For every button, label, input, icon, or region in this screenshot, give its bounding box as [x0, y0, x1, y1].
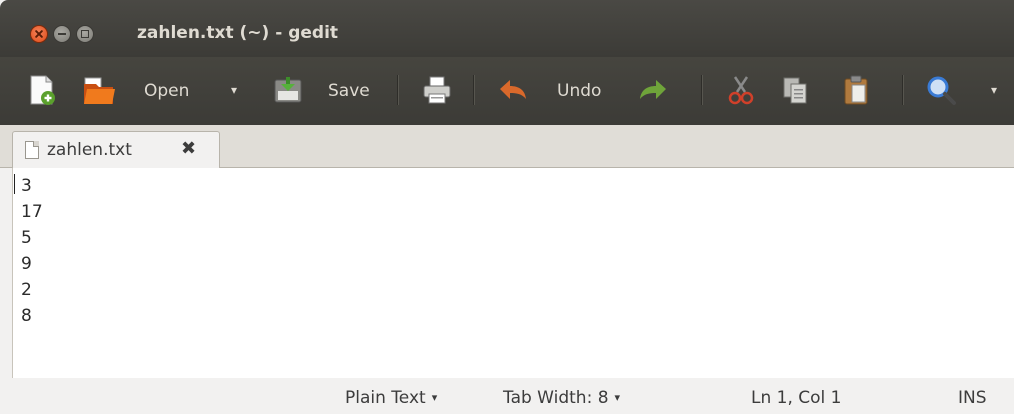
new-document-icon [30, 75, 55, 105]
redo-button[interactable] [637, 74, 669, 106]
tab-label: zahlen.txt [47, 140, 132, 160]
document-tab-strip: zahlen.txt ✖ [0, 125, 1014, 169]
open-recent-dropdown-icon[interactable]: ▾ [231, 79, 237, 101]
print-button[interactable] [421, 74, 453, 106]
minimize-window-button[interactable] [53, 25, 71, 43]
language-dropdown-icon: ▾ [431, 391, 438, 404]
paste-icon [844, 75, 868, 105]
cut-icon [728, 76, 754, 105]
insert-mode-indicator: INS [958, 388, 987, 408]
toolbar-separator [701, 75, 702, 105]
open-label[interactable]: Open [144, 80, 189, 102]
language-label: Plain Text [345, 388, 426, 408]
undo-label[interactable]: Undo [557, 80, 601, 102]
cut-button[interactable] [725, 74, 757, 106]
open-folder-icon [84, 77, 115, 104]
cursor-position: Ln 1, Col 1 [751, 388, 842, 408]
search-icon [927, 76, 956, 105]
copy-button[interactable] [779, 74, 811, 106]
editor-line[interactable]: 9 [21, 251, 43, 277]
language-selector[interactable]: Plain Text ▾ [345, 387, 437, 409]
open-button[interactable] [82, 74, 115, 106]
paste-button[interactable] [840, 74, 872, 106]
text-document-icon [25, 141, 39, 159]
toolbar-separator [473, 75, 474, 105]
editor-line[interactable]: 2 [21, 277, 43, 303]
toolbar: Open ▾ Save Undo ▾ [0, 57, 1014, 125]
editor-lines: 3 17 5 9 2 8 [21, 173, 43, 329]
toolbar-separator [397, 75, 398, 105]
undo-icon [500, 80, 526, 99]
tab-width-dropdown-icon: ▾ [614, 391, 621, 404]
tab-width-label: Tab Width: 8 [503, 388, 609, 408]
save-icon [274, 77, 302, 103]
editor-line[interactable]: 17 [21, 199, 43, 225]
copy-icon [783, 77, 807, 104]
toolbar-separator [902, 75, 903, 105]
title-bar: zahlen.txt (~) - gedit [0, 0, 1014, 57]
text-editor-area[interactable]: 3 17 5 9 2 8 [12, 168, 1014, 378]
tab-zahlen-txt[interactable]: zahlen.txt ✖ [12, 131, 220, 169]
maximize-window-button[interactable] [76, 25, 94, 43]
window-title: zahlen.txt (~) - gedit [137, 23, 339, 43]
text-cursor [14, 174, 15, 194]
close-tab-icon[interactable]: ✖ [181, 138, 196, 160]
search-button[interactable] [925, 74, 957, 106]
print-icon [423, 76, 451, 104]
close-window-button[interactable] [30, 25, 48, 43]
redo-icon [640, 80, 666, 99]
status-bar: Plain Text ▾ Tab Width: 8 ▾ Ln 1, Col 1 IN… [0, 378, 1014, 414]
save-button[interactable] [272, 74, 304, 106]
search-dropdown-icon[interactable]: ▾ [991, 79, 997, 101]
save-label[interactable]: Save [328, 80, 370, 102]
editor-line[interactable]: 3 [21, 173, 43, 199]
editor-line[interactable]: 8 [21, 303, 43, 329]
new-document-button[interactable] [26, 74, 58, 106]
editor-line[interactable]: 5 [21, 225, 43, 251]
undo-button[interactable] [497, 74, 529, 106]
tab-width-selector[interactable]: Tab Width: 8 ▾ [503, 387, 620, 409]
